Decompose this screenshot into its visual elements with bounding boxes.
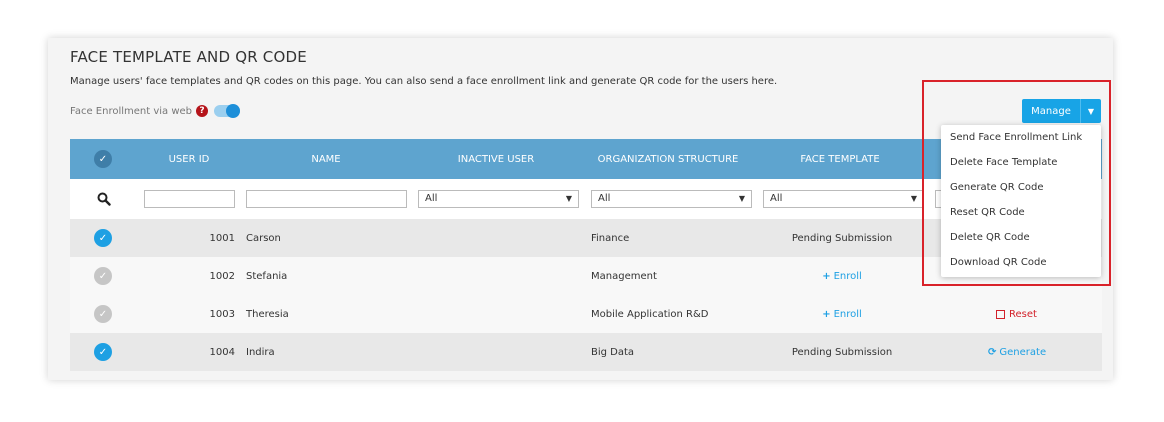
search-icon — [97, 191, 111, 206]
plus-icon: + — [822, 308, 831, 320]
reset-qr-link[interactable]: Reset — [996, 295, 1037, 333]
name-cell: Indira — [246, 346, 275, 358]
row-checkbox-cell: ✓ — [94, 295, 112, 333]
org-cell: Finance — [591, 232, 630, 244]
generate-label: Generate — [999, 346, 1047, 358]
org-cell: Management — [591, 270, 657, 282]
user-id-cell: 1002 — [209, 270, 235, 282]
face-template-status: Pending Submission — [791, 232, 893, 244]
face-template-filter-value: All — [770, 193, 783, 204]
enroll-label: Enroll — [833, 270, 862, 282]
generate-qr-link[interactable]: ⟳ Generate — [988, 333, 1046, 371]
face-enrollment-toggle[interactable] — [214, 104, 241, 118]
highlight-box — [922, 80, 1111, 286]
user-id-filter-input[interactable] — [144, 190, 235, 208]
plus-icon: + — [822, 270, 831, 282]
col-user-id[interactable]: USER ID — [136, 154, 242, 165]
reset-label: Reset — [1009, 308, 1037, 320]
enroll-link[interactable]: + Enroll — [756, 257, 928, 295]
page-description: Manage users' face templates and QR code… — [70, 76, 778, 87]
face-template-filter-select[interactable]: All ▼ — [763, 190, 924, 208]
help-icon[interactable]: ? — [196, 105, 209, 117]
org-filter-value: All — [598, 193, 611, 204]
enroll-link[interactable]: + Enroll — [756, 295, 928, 333]
chevron-down-icon: ▼ — [910, 194, 917, 203]
row-checkbox[interactable]: ✓ — [94, 229, 112, 247]
inactive-user-filter-value: All — [425, 193, 438, 204]
row-checkbox-cell: ✓ — [94, 257, 112, 295]
user-id-cell: 1001 — [209, 232, 235, 244]
qr-code-icon — [996, 309, 1005, 319]
chevron-down-icon: ▼ — [565, 194, 572, 203]
user-id-cell: 1004 — [209, 346, 235, 358]
name-cell: Carson — [246, 232, 281, 244]
name-filter-input[interactable] — [246, 190, 407, 208]
row-checkbox[interactable]: ✓ — [94, 343, 112, 361]
page-title: FACE TEMPLATE AND QR CODE — [70, 48, 307, 66]
face-enrollment-label: Face Enrollment via web — [70, 105, 193, 117]
chevron-down-icon: ▼ — [738, 194, 745, 203]
name-cell: Stefania — [246, 270, 288, 282]
org-filter-select[interactable]: All ▼ — [591, 190, 752, 208]
refresh-icon: ⟳ — [988, 346, 997, 358]
row-checkbox[interactable]: ✓ — [94, 305, 112, 323]
row-checkbox-cell: ✓ — [94, 219, 112, 257]
enroll-label: Enroll — [833, 308, 862, 320]
row-checkbox-cell: ✓ — [94, 333, 112, 371]
inactive-user-filter-select[interactable]: All ▼ — [418, 190, 579, 208]
org-cell: Mobile Application R&D — [591, 308, 709, 320]
face-enrollment-setting: Face Enrollment via web ? — [70, 104, 241, 118]
face-template-status: Pending Submission — [791, 346, 893, 358]
table-row[interactable]: ✓ 1003 Theresia Mobile Application R&D +… — [70, 295, 1102, 333]
col-organization-structure[interactable]: ORGANIZATION STRUCTURE — [582, 154, 754, 165]
select-all-checkbox[interactable]: ✓ — [94, 150, 112, 168]
name-cell: Theresia — [246, 308, 289, 320]
col-name[interactable]: NAME — [242, 154, 410, 165]
select-all-cell: ✓ — [70, 150, 136, 168]
col-face-template[interactable]: FACE TEMPLATE — [754, 154, 926, 165]
user-id-cell: 1003 — [209, 308, 235, 320]
toggle-knob — [226, 104, 241, 118]
table-row[interactable]: ✓ 1004 Indira Big Data Pending Submissio… — [70, 333, 1102, 371]
row-checkbox[interactable]: ✓ — [94, 267, 112, 285]
org-cell: Big Data — [591, 346, 635, 358]
col-inactive-user[interactable]: INACTIVE USER — [410, 154, 582, 165]
